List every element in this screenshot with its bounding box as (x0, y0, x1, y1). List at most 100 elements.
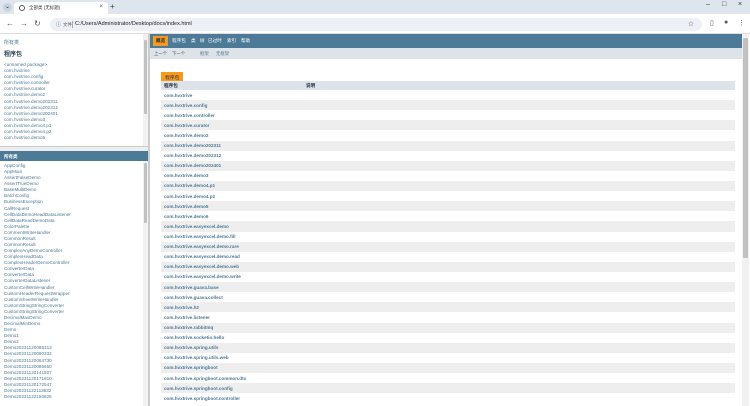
package-name-link[interactable]: com.hvxtrive.guava.collect (164, 295, 223, 300)
tab-title: 全部类 (无标题) (29, 5, 61, 10)
package-scroll-thumb[interactable] (144, 40, 147, 114)
package-name-link[interactable]: com.hvxtrive.springboot.controller (164, 396, 240, 401)
nav-help[interactable]: 帮助 (241, 38, 250, 44)
table-row: com.hvxtrive.demo202311 (161, 140, 735, 151)
new-tab-button[interactable]: + (110, 2, 115, 11)
package-name-link[interactable]: com.hvxtrive.config (164, 103, 207, 108)
close-tab-icon[interactable]: × (99, 4, 103, 10)
nav-overview[interactable]: 概览 (153, 36, 169, 46)
nav-package[interactable]: 程序包 (172, 38, 186, 44)
table-row: com.hvxtrive.h2 (161, 302, 735, 313)
table-row: com.hvxtrive.demo4.p2 (161, 191, 735, 201)
package-name-link[interactable]: com.hvxtrive.easyexcel.demo.fill (164, 234, 236, 239)
sub-navbar: 上一个 下一个 框架 无框架 (150, 48, 742, 59)
table-row: com.hvxtrive.demo5 (161, 201, 735, 212)
table-row: com.hvxtrive.easyexcel.demo.web (161, 261, 735, 272)
class-link[interactable]: CustomStringStringConverter (4, 303, 71, 309)
package-name-link[interactable]: com.hvxtrive.curator (164, 123, 209, 128)
package-name-link[interactable]: com.hvxtrive.easyexcel.demo.rare (164, 244, 239, 249)
nav-deprecated[interactable]: 已过时 (208, 38, 222, 44)
package-name-link[interactable]: com.hvxtrive.demo2 (164, 133, 208, 138)
maximize-icon[interactable]: □ (722, 1, 726, 8)
package-name-link[interactable]: com.hvxtrive.demo4.p2 (164, 194, 215, 199)
table-row: com.hvxtrive.springboot.common.dto (161, 373, 735, 383)
package-name-link[interactable]: com.hvxtrive.rabbitmq (164, 325, 213, 330)
package-name-link[interactable]: com.hvxtrive.demo202401 (164, 163, 221, 168)
package-name-link[interactable]: com.hvxtrive.demo6 (164, 214, 208, 219)
sidebar-icon[interactable]: ▯ (710, 19, 714, 27)
nav-class[interactable]: 类 (191, 38, 196, 44)
package-name-link[interactable]: com.hvxtrive.listener (164, 315, 210, 320)
package-name-link[interactable]: com.hvxtrive (164, 93, 192, 98)
class-link[interactable]: CustomHeaderRequestWrapper (4, 291, 71, 297)
table-header: 程序包 说明 (161, 81, 735, 90)
package-name-link[interactable]: com.hvxtrive.spring.utils.web (164, 355, 229, 360)
bookmark-star-icon[interactable]: ☆ (688, 20, 694, 28)
package-name-link[interactable]: com.hvxtrive.controller (164, 113, 215, 118)
back-icon[interactable]: ← (6, 19, 14, 28)
package-link[interactable]: com.hvxtrive.demo5 (4, 135, 58, 141)
next-link: 下一个 (172, 51, 186, 56)
package-list-frame: 所有类 程序包 <unnamed package> com.hvxtrive com… (0, 34, 148, 146)
url-text[interactable]: C:/Users/Administrator/Desktop/docs/inde… (75, 21, 192, 27)
table-row: com.hvxtrive.demo4.p1 (161, 180, 735, 192)
class-scroll-thumb[interactable] (144, 163, 147, 223)
table-row: com.hvxtrive (161, 90, 735, 100)
package-name-link[interactable]: com.hvxtrive.springboot (164, 365, 218, 370)
package-name-link[interactable]: com.hvxtrive.h2 (164, 305, 199, 310)
browser-tab[interactable]: 全部类 (无标题) × (14, 2, 108, 14)
package-name-link[interactable]: com.hvxtrive.spring.utils (164, 345, 218, 350)
javadoc-page: 所有类 程序包 <unnamed package> com.hvxtrive com… (0, 34, 750, 406)
package-scrollbar[interactable] (143, 34, 148, 146)
package-name-link[interactable]: com.hvxtrive.springboot.common.dto (164, 376, 246, 381)
main-frame: 概览 程序包 类 树 已过时 索引 帮助 上一个 下一个 框架 无框架 程序包 … (150, 34, 750, 406)
package-name-link[interactable]: com.hvxtrive.socketio.hello (164, 335, 224, 340)
package-summary-caption: 程序包 (161, 72, 184, 81)
menu-icon[interactable]: ⋮ (738, 19, 745, 27)
package-name-link[interactable]: com.hvxtrive.demo202312 (164, 153, 221, 158)
package-link[interactable]: com.hvxtrive.demo202311 (4, 99, 58, 105)
browser-toolbar: ← → ↻ ⓘ 文件 C:/Users/Administrator/Deskto… (0, 14, 750, 34)
table-row: com.hvxtrive.springboot.config (161, 383, 735, 394)
class-link[interactable]: CellDataDemoHeadDataListener (4, 212, 71, 218)
all-classes-link[interactable]: 所有类 (4, 39, 19, 46)
package-link[interactable]: com.hvxtrive.demo202312 (4, 105, 58, 111)
package-link[interactable]: com.hvxtrive.demo202401 (4, 111, 58, 117)
top-navbar: 概览 程序包 类 树 已过时 索引 帮助 (150, 34, 742, 48)
table-row: com.hvxtrive.listener (161, 312, 735, 322)
no-frames-link[interactable]: 无框架 (216, 51, 229, 57)
class-link[interactable]: Demo20231122150825 (4, 394, 71, 400)
table-row: com.hvxtrive.easyexcel.demo.rare (161, 241, 735, 252)
package-summary-table: 程序包 说明 com.hvxtrive com.hvxtrive.config co… (161, 81, 735, 406)
package-name-link[interactable]: com.hvxtrive.easyexcel.demo.write (164, 274, 241, 279)
package-name-link[interactable]: com.hvxtrive.guava.base (164, 285, 219, 290)
package-name-link[interactable]: com.hvxtrive.easyexcel.demo (164, 224, 229, 229)
address-bar[interactable]: ⓘ 文件 C:/Users/Administrator/Desktop/docs… (50, 18, 702, 31)
column-header-package: 程序包 (164, 83, 178, 88)
package-name-link[interactable]: com.hvxtrive.demo202311 (164, 143, 221, 148)
table-row: com.hvxtrive.springboot (161, 362, 735, 374)
minimize-icon[interactable]: – (706, 1, 710, 8)
nav-tree[interactable]: 树 (200, 38, 205, 44)
class-scrollbar[interactable] (143, 161, 148, 406)
package-name-link[interactable]: com.hvxtrive.demo5 (164, 204, 208, 209)
nav-index[interactable]: 索引 (227, 38, 236, 44)
table-row: com.hvxtrive.spring.utils (161, 342, 735, 353)
close-window-icon[interactable]: × (738, 1, 742, 8)
package-name-link[interactable]: com.hvxtrive.easyexcel.demo.web (164, 264, 239, 269)
tab-search-icon[interactable]: ⌄ (3, 3, 12, 12)
main-scrollbar[interactable] (742, 34, 749, 406)
table-row: com.hvxtrive.demo6 (161, 211, 735, 221)
table-body: com.hvxtrive com.hvxtrive.config com.hvxtr… (161, 90, 735, 406)
package-name-link[interactable]: com.hvxtrive.demo4.p1 (164, 183, 215, 188)
forward-icon[interactable]: → (20, 19, 28, 28)
reload-icon[interactable]: ↻ (34, 19, 41, 28)
info-icon[interactable]: ⓘ (56, 21, 61, 28)
table-row: com.hvxtrive.socketio.hello (161, 333, 735, 343)
profile-icon[interactable]: ● (724, 19, 728, 26)
package-name-link[interactable]: com.hvxtrive.demo3 (164, 173, 208, 178)
main-scroll-thumb[interactable] (743, 38, 748, 258)
package-name-link[interactable]: com.hvxtrive.springboot.config (164, 386, 233, 391)
package-name-link[interactable]: com.hvxtrive.easyexcel.demo.read (164, 254, 240, 259)
frames-link[interactable]: 框架 (200, 51, 209, 57)
